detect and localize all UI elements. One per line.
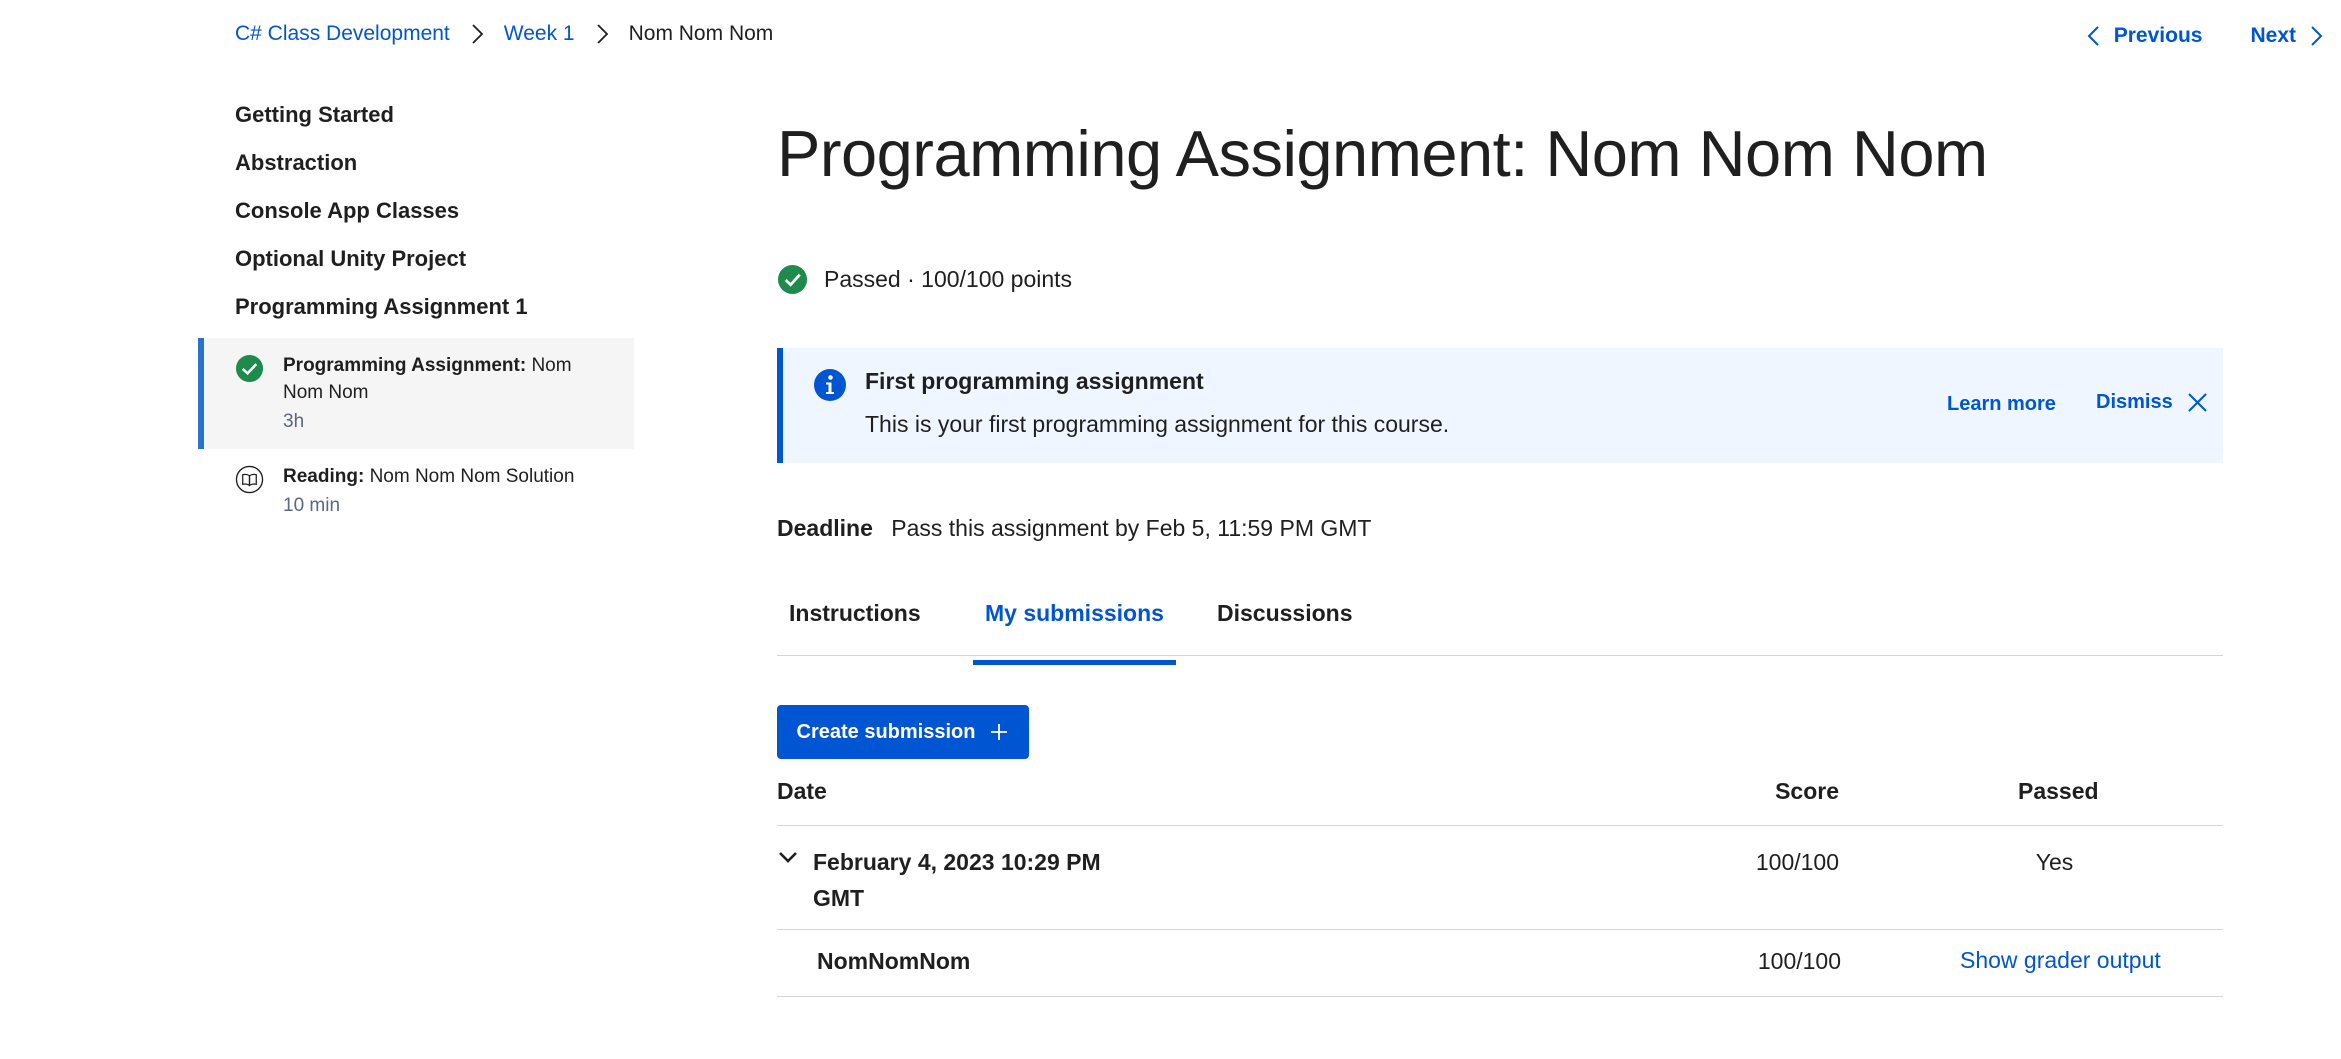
deadline-label: Deadline xyxy=(777,515,873,541)
chevron-left-icon xyxy=(2087,26,2099,46)
learn-more-link[interactable]: Learn more xyxy=(1947,393,2056,416)
info-banner: First programming assignment This is you… xyxy=(777,348,2223,463)
status-text: Passed · 100/100 points xyxy=(824,266,1073,292)
submissions-table-header: Date Score Passed xyxy=(777,778,2223,826)
breadcrumb-week-link[interactable]: Week 1 xyxy=(504,22,575,46)
chevron-down-icon[interactable] xyxy=(777,846,799,868)
sidebar-section-optional-unity-project[interactable]: Optional Unity Project xyxy=(198,242,634,290)
column-header-date: Date xyxy=(777,778,827,804)
sidebar-section-console-app-classes[interactable]: Console App Classes xyxy=(198,194,634,242)
sidebar-item-title: Programming Assignment: Nom Nom Nom xyxy=(283,355,572,403)
part-score: 100/100 xyxy=(1757,948,1841,974)
sidebar-section-programming-assignment-1[interactable]: Programming Assignment 1 xyxy=(198,290,634,338)
sidebar-section-abstraction[interactable]: Abstraction xyxy=(198,146,634,194)
info-icon xyxy=(814,369,846,401)
status-line: Passed · 100/100 points xyxy=(777,264,1072,295)
dismiss-label: Dismiss xyxy=(2096,391,2173,413)
tab-my-submissions[interactable]: My submissions xyxy=(973,600,1176,665)
close-icon xyxy=(2188,393,2207,412)
table-row: February 4, 2023 10:29 PM GMT 100/100 Ye… xyxy=(777,826,2223,930)
banner-title: First programming assignment xyxy=(865,368,1204,394)
submission-date: February 4, 2023 10:29 PM GMT xyxy=(813,849,1101,911)
tab-instructions[interactable]: Instructions xyxy=(777,600,933,655)
dismiss-button[interactable]: Dismiss xyxy=(2096,391,2208,414)
sidebar-item-duration: 3h xyxy=(283,411,305,432)
submission-passed: Yes xyxy=(2035,849,2074,875)
show-grader-output-link[interactable]: Show grader output xyxy=(1960,947,2161,974)
part-name: NomNomNom xyxy=(817,948,971,974)
previous-label: Previous xyxy=(2113,24,2203,47)
breadcrumb: C# Class Development Week 1 Nom Nom Nom xyxy=(235,22,773,46)
column-header-passed: Passed xyxy=(2018,778,2099,804)
deadline: Deadline Pass this assignment by Feb 5, … xyxy=(777,515,1371,542)
tab-bar: Instructions My submissions Discussions xyxy=(777,590,2223,665)
table-row: NomNomNom 100/100 Show grader output xyxy=(777,930,2223,997)
sidebar-item-duration: 10 min xyxy=(283,495,341,516)
page-title: Programming Assignment: Nom Nom Nom xyxy=(777,117,1988,190)
next-button[interactable]: Next xyxy=(2250,24,2323,48)
chevron-right-icon xyxy=(587,23,617,45)
previous-button[interactable]: Previous xyxy=(2087,24,2203,48)
next-label: Next xyxy=(2250,24,2296,47)
breadcrumb-current: Nom Nom Nom xyxy=(628,22,774,45)
sidebar-section-getting-started[interactable]: Getting Started xyxy=(198,98,634,146)
create-submission-button[interactable]: Create submission xyxy=(777,705,1029,759)
item-navigation: Previous Next xyxy=(2087,24,2323,48)
chevron-right-icon xyxy=(2311,26,2323,46)
breadcrumb-course-link[interactable]: C# Class Development xyxy=(235,22,450,46)
banner-text: This is your first programming assignmen… xyxy=(865,411,1450,437)
column-header-score: Score xyxy=(1775,778,1839,804)
book-icon xyxy=(235,465,264,494)
create-submission-label: Create submission xyxy=(796,720,976,743)
chevron-right-icon xyxy=(462,23,492,45)
sidebar-item-title: Reading: Nom Nom Nom Solution xyxy=(283,466,575,487)
check-circle-icon xyxy=(235,354,264,383)
plus-icon xyxy=(991,724,1008,740)
submission-score: 100/100 xyxy=(1755,849,1839,875)
sidebar-item-reading[interactable]: Reading: Nom Nom Nom Solution 10 min xyxy=(198,449,634,533)
tab-discussions[interactable]: Discussions xyxy=(1205,600,1365,655)
deadline-text: Pass this assignment by Feb 5, 11:59 PM … xyxy=(891,515,1372,541)
sidebar: Getting Started Abstraction Console App … xyxy=(198,98,634,533)
sidebar-item-programming-assignment[interactable]: Programming Assignment: Nom Nom Nom 3h xyxy=(198,338,634,449)
check-circle-icon xyxy=(777,264,808,295)
